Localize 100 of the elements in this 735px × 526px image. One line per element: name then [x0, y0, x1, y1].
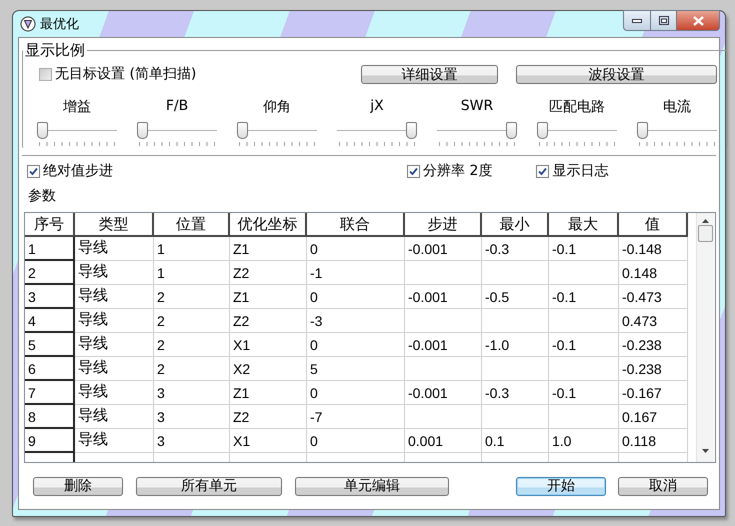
table-cell: 1.0 [549, 429, 619, 453]
table-cell: -0.001 [405, 237, 482, 261]
checkbox-label: 无目标设置 (简单扫描) [55, 65, 196, 83]
slider-thumb[interactable] [637, 122, 648, 139]
table-cell: 导线 [75, 357, 154, 381]
table-cell: 0.118 [619, 429, 688, 453]
table-cell: Z1 [230, 237, 307, 261]
table-cell [549, 405, 619, 429]
slider-thumb[interactable] [37, 122, 48, 139]
close-button[interactable] [677, 10, 720, 31]
slider-thumb[interactable] [137, 122, 148, 139]
table-cell: 8 [25, 405, 75, 429]
table-cell [482, 357, 549, 381]
table-cell: 2 [25, 261, 75, 285]
scroll-up-icon[interactable] [702, 219, 709, 223]
group-title: 显示比例 [24, 41, 86, 60]
minimize-button[interactable] [623, 10, 651, 31]
slider-thumb[interactable] [237, 122, 248, 139]
column-header: 最小 [482, 213, 549, 237]
table-cell: -0.238 [619, 333, 688, 357]
table-cell: -0.148 [619, 237, 688, 261]
table-cell: -0.001 [405, 381, 482, 405]
table-cell: X2 [230, 357, 307, 381]
table-cell: 导线 [75, 285, 154, 309]
table-cell: 0 [307, 333, 405, 357]
table-cell: 3 [154, 429, 230, 453]
table-cell: Z2 [230, 261, 307, 285]
table-cell: -0.473 [619, 285, 688, 309]
table-cell: 7 [25, 381, 75, 405]
table-cell: 导线 [75, 309, 154, 333]
column-header: 类型 [75, 213, 154, 237]
table-cell: Z1 [230, 285, 307, 309]
dialog-button[interactable]: 单元编辑 [295, 476, 449, 496]
table-cell: 导线 [75, 333, 154, 357]
column-header: 位置 [154, 213, 230, 237]
table-cell: X1 [230, 333, 307, 357]
table-cell: 0.473 [619, 309, 688, 333]
slider-thumb[interactable] [537, 122, 548, 139]
checkbox[interactable] [536, 164, 550, 178]
shield-icon [20, 16, 36, 32]
maximize-button[interactable] [651, 10, 677, 31]
table-cell: -0.001 [405, 285, 482, 309]
window-title: 最优化 [40, 16, 79, 33]
dialog-button[interactable]: 详细设置 [361, 65, 498, 84]
table-cell [482, 405, 549, 429]
table-cell: 0 [307, 285, 405, 309]
table-cell: 5 [25, 333, 75, 357]
dialog-button[interactable]: 所有单元 [136, 476, 282, 496]
table-cell: -0.5 [482, 285, 549, 309]
scroll-thumb[interactable] [698, 225, 713, 242]
table-cell: 9 [25, 429, 75, 453]
table-cell: -0.3 [482, 237, 549, 261]
checkbox[interactable] [27, 164, 40, 178]
slider-thumb[interactable] [506, 122, 517, 139]
section-label: 参数 [27, 187, 57, 206]
maximize-icon [658, 16, 668, 25]
table-cell: 1 [154, 237, 230, 261]
table-cell [482, 309, 549, 333]
checkbox-label: 分辨率 2度 [423, 162, 492, 180]
table-cell: -7 [307, 405, 405, 429]
table-cell: 导线 [75, 405, 154, 429]
table-cell: 1 [154, 261, 230, 285]
minimize-icon [632, 18, 642, 22]
table-cell: 2 [154, 285, 230, 309]
table-cell: -1 [307, 261, 405, 285]
scroll-down-icon[interactable] [702, 449, 709, 453]
dialog-button[interactable]: 删除 [33, 476, 123, 496]
table-cell: -0.1 [549, 237, 619, 261]
column-header: 序号 [25, 213, 75, 237]
table-cell [482, 261, 549, 285]
table-cell: 导线 [75, 429, 154, 453]
slider-thumb[interactable] [406, 122, 417, 139]
dialog-button[interactable]: 波段设置 [516, 65, 717, 84]
column-header: 联合 [307, 213, 405, 237]
dialog-button[interactable]: 开始 [516, 476, 606, 496]
table-cell: 6 [25, 357, 75, 381]
table-cell [549, 309, 619, 333]
scrollbar[interactable] [696, 213, 714, 462]
slider-label: jX [370, 98, 384, 116]
slider-label: SWR [460, 98, 494, 116]
table-cell: 0 [307, 381, 405, 405]
table-cell: -3 [307, 309, 405, 333]
table-cell: X1 [230, 429, 307, 453]
dialog-button[interactable]: 取消 [618, 476, 708, 496]
table-cell [549, 261, 619, 285]
column-header: 优化坐标 [230, 213, 307, 237]
table-cell: 5 [307, 357, 405, 381]
table-cell: 0 [307, 237, 405, 261]
table-cell: 3 [154, 405, 230, 429]
slider-label: 电流 [663, 98, 691, 117]
table-cell: Z1 [230, 381, 307, 405]
table-cell: 导线 [75, 237, 154, 261]
checkbox[interactable] [407, 164, 420, 178]
table-cell: 0.1 [482, 429, 549, 453]
close-icon [692, 16, 704, 26]
table-cell: Z2 [230, 309, 307, 333]
column-header: 步进 [405, 213, 482, 237]
table-cell: 1 [25, 237, 75, 261]
table-cell: -0.001 [405, 333, 482, 357]
table-cell: 3 [25, 285, 75, 309]
